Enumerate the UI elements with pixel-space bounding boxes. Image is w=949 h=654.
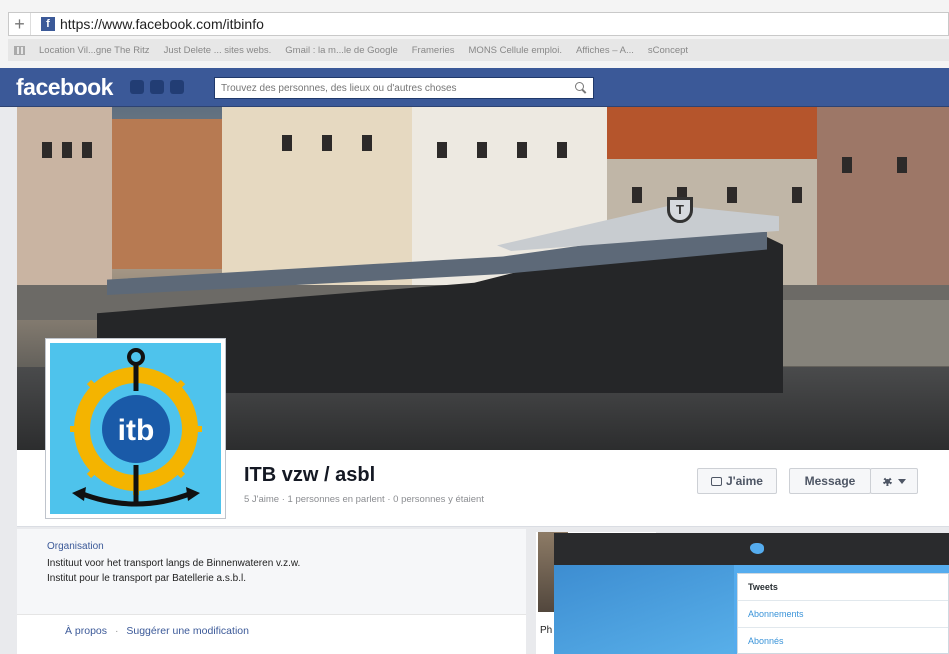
page-title: ITB vzw / asbl xyxy=(244,464,376,486)
avatar-text: itb xyxy=(118,414,155,447)
photos-label[interactable]: Ph xyxy=(540,625,552,636)
about-links: À propos · Suggérer une modification xyxy=(65,625,249,637)
building-roof xyxy=(607,107,817,159)
window xyxy=(42,142,52,158)
facebook-top-bar: facebook xyxy=(0,68,949,107)
window xyxy=(322,135,332,151)
window xyxy=(62,142,72,158)
page-category[interactable]: Organisation xyxy=(47,541,496,552)
about-link[interactable]: À propos xyxy=(65,625,107,637)
window xyxy=(82,142,92,158)
browser-chrome: + f https://www.facebook.com/itbinfo Loc… xyxy=(0,0,949,68)
twitter-nav-following[interactable]: Abonnements xyxy=(738,601,948,628)
message-button[interactable]: Message xyxy=(789,468,871,494)
bow-emblem: T xyxy=(667,197,693,223)
search-box[interactable] xyxy=(214,77,594,99)
window xyxy=(557,142,567,158)
page-stats: 5 J'aime · 1 personnes en parlent · 0 pe… xyxy=(244,494,484,505)
notifications-icon[interactable] xyxy=(170,80,184,94)
anchor-wheel-icon: itb xyxy=(70,348,202,507)
search-input[interactable] xyxy=(221,82,575,94)
twitter-top-bar xyxy=(554,533,949,565)
facebook-logo[interactable]: facebook xyxy=(16,74,113,101)
link-separator: · xyxy=(114,625,119,637)
bookmark-item[interactable]: Location Vil...gne The Ritz xyxy=(39,45,150,56)
window xyxy=(477,142,487,158)
window xyxy=(517,142,527,158)
settings-menu-button[interactable] xyxy=(870,468,918,494)
address-bar[interactable]: + f https://www.facebook.com/itbinfo xyxy=(8,12,949,36)
friend-requests-icon[interactable] xyxy=(130,80,144,94)
about-description-line: Instituut voor het transport langs de Bi… xyxy=(47,558,301,569)
thumbs-up-icon xyxy=(711,476,723,486)
url-text[interactable]: https://www.facebook.com/itbinfo xyxy=(60,16,264,32)
building xyxy=(112,119,222,269)
bookmark-item[interactable]: Frameries xyxy=(412,45,455,56)
window xyxy=(362,135,372,151)
window xyxy=(437,142,447,158)
facebook-favicon: f xyxy=(41,17,55,31)
search-icon[interactable] xyxy=(575,82,587,94)
notification-jewels xyxy=(130,80,184,94)
bookmark-item[interactable]: sConcept xyxy=(648,45,688,56)
window xyxy=(897,157,907,173)
bookmark-item[interactable]: MONS Cellule emploi. xyxy=(469,45,562,56)
about-description-line: Institut pour le transport par Batelleri… xyxy=(47,573,246,584)
message-button-label: Message xyxy=(804,474,856,488)
itb-logo: itb xyxy=(50,343,221,514)
twitter-overlay: Tweets Abonnements Abonnés xyxy=(554,533,949,654)
suggest-edit-link[interactable]: Suggérer une modification xyxy=(126,625,249,637)
about-section: Organisation Instituut voor het transpor… xyxy=(17,529,526,654)
quay-wall xyxy=(757,300,949,366)
about-summary: Organisation Instituut voor het transpor… xyxy=(17,529,526,615)
window xyxy=(727,187,737,203)
apps-grid-icon[interactable] xyxy=(14,45,25,55)
like-button-label: J'aime xyxy=(726,474,763,488)
bookmark-item[interactable]: Gmail : la m...le de Google xyxy=(285,45,397,56)
window xyxy=(842,157,852,173)
profile-picture[interactable]: itb xyxy=(45,338,226,519)
bookmark-item[interactable]: Just Delete ... sites webs. xyxy=(164,45,272,56)
window xyxy=(282,135,292,151)
like-button[interactable]: J'aime xyxy=(697,468,777,494)
bookmark-item[interactable]: Affiches – A... xyxy=(576,45,634,56)
twitter-profile-background xyxy=(554,565,734,654)
window xyxy=(632,187,642,203)
twitter-nav-panel: Tweets Abonnements Abonnés xyxy=(737,573,949,654)
gear-icon xyxy=(882,476,892,486)
window xyxy=(792,187,802,203)
twitter-bird-icon[interactable] xyxy=(750,543,764,554)
building xyxy=(222,107,412,287)
building xyxy=(817,107,949,287)
bookmarks-bar: Location Vil...gne The Ritz Just Delete … xyxy=(8,39,949,61)
chevron-down-icon xyxy=(897,478,906,484)
twitter-nav-followers[interactable]: Abonnés xyxy=(738,628,948,654)
building xyxy=(17,107,112,287)
messages-icon[interactable] xyxy=(150,80,164,94)
twitter-nav-tweets[interactable]: Tweets xyxy=(738,574,948,601)
new-tab-icon[interactable]: + xyxy=(9,13,31,35)
